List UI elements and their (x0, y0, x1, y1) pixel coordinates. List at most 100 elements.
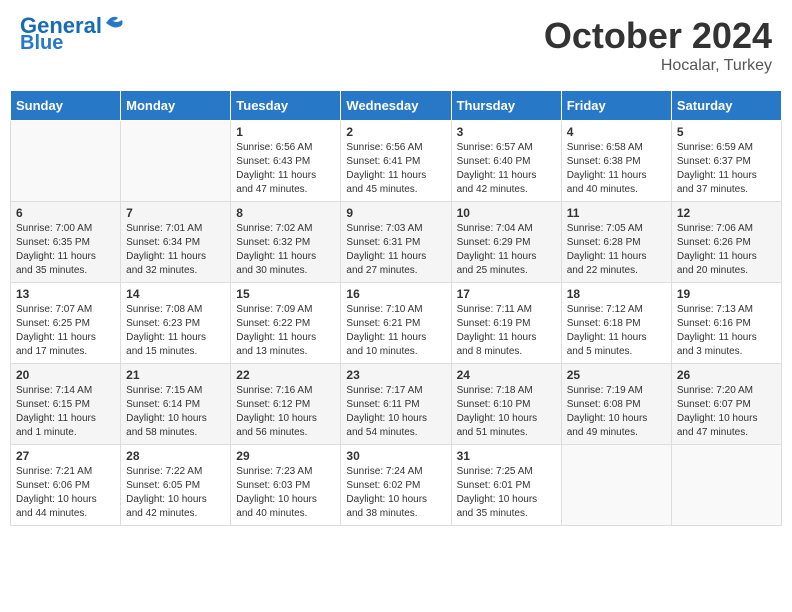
day-info: Sunrise: 7:23 AMSunset: 6:03 PMDaylight:… (236, 465, 335, 521)
calendar-cell: 29 Sunrise: 7:23 AMSunset: 6:03 PMDayligh… (231, 445, 341, 526)
day-info: Sunrise: 6:59 AMSunset: 6:37 PMDaylight:… (677, 141, 776, 197)
day-info: Sunrise: 7:09 AMSunset: 6:22 PMDaylight:… (236, 303, 335, 359)
calendar-cell: 19 Sunrise: 7:13 AMSunset: 6:16 PMDayligh… (671, 283, 781, 364)
day-info: Sunrise: 7:20 AMSunset: 6:07 PMDaylight:… (677, 384, 776, 440)
calendar-cell: 16 Sunrise: 7:10 AMSunset: 6:21 PMDayligh… (341, 283, 451, 364)
calendar-cell: 22Sunrise: 7:16 AMSunset: 6:12 PMDayligh… (231, 364, 341, 445)
day-number: 17 (457, 287, 556, 301)
day-number: 14 (126, 287, 225, 301)
day-number: 25 (567, 368, 666, 382)
calendar-cell: 12Sunrise: 7:06 AMSunset: 6:26 PMDayligh… (671, 202, 781, 283)
day-info: Sunrise: 7:14 AMSunset: 6:15 PMDaylight:… (16, 384, 115, 440)
day-number: 4 (567, 125, 666, 139)
calendar-cell (671, 445, 781, 526)
calendar-cell: 14 Sunrise: 7:08 AMSunset: 6:23 PMDayligh… (121, 283, 231, 364)
week-row-1: 1 Sunrise: 6:56 AMSunset: 6:43 PMDaylight… (11, 121, 782, 202)
day-info: Sunrise: 7:24 AMSunset: 6:02 PMDaylight:… (346, 465, 445, 521)
calendar-cell: 17 Sunrise: 7:11 AMSunset: 6:19 PMDayligh… (451, 283, 561, 364)
day-number: 16 (346, 287, 445, 301)
calendar-cell: 5 Sunrise: 6:59 AMSunset: 6:37 PMDaylight… (671, 121, 781, 202)
week-row-5: 27Sunrise: 7:21 AMSunset: 6:06 PMDayligh… (11, 445, 782, 526)
day-number: 1 (236, 125, 335, 139)
day-number: 21 (126, 368, 225, 382)
day-number: 19 (677, 287, 776, 301)
header-sunday: Sunday (11, 91, 121, 121)
week-row-4: 20 Sunrise: 7:14 AMSunset: 6:15 PMDayligh… (11, 364, 782, 445)
day-info: Sunrise: 7:21 AMSunset: 6:06 PMDaylight:… (16, 465, 115, 521)
calendar-cell: 4 Sunrise: 6:58 AMSunset: 6:38 PMDaylight… (561, 121, 671, 202)
calendar-cell: 9Sunrise: 7:03 AMSunset: 6:31 PMDaylight… (341, 202, 451, 283)
day-number: 28 (126, 449, 225, 463)
logo-bird-icon (104, 14, 126, 32)
day-info: Sunrise: 7:17 AMSunset: 6:11 PMDaylight:… (346, 384, 445, 440)
day-info: Sunrise: 7:18 AMSunset: 6:10 PMDaylight:… (457, 384, 556, 440)
calendar-cell: 24 Sunrise: 7:18 AMSunset: 6:10 PMDayligh… (451, 364, 561, 445)
day-info: Sunrise: 7:25 AMSunset: 6:01 PMDaylight:… (457, 465, 556, 521)
day-number: 23 (346, 368, 445, 382)
day-info: Sunrise: 7:13 AMSunset: 6:16 PMDaylight:… (677, 303, 776, 359)
day-number: 26 (677, 368, 776, 382)
calendar-cell: 27Sunrise: 7:21 AMSunset: 6:06 PMDayligh… (11, 445, 121, 526)
day-number: 11 (567, 206, 666, 220)
day-info: Sunrise: 7:08 AMSunset: 6:23 PMDaylight:… (126, 303, 225, 359)
calendar-cell: 13 Sunrise: 7:07 AMSunset: 6:25 PMDayligh… (11, 283, 121, 364)
day-number: 8 (236, 206, 335, 220)
calendar-cell: 15 Sunrise: 7:09 AMSunset: 6:22 PMDayligh… (231, 283, 341, 364)
calendar-cell (11, 121, 121, 202)
calendar-cell (561, 445, 671, 526)
day-info: Sunrise: 7:06 AMSunset: 6:26 PMDaylight:… (677, 222, 776, 278)
day-number: 13 (16, 287, 115, 301)
day-info: Sunrise: 7:07 AMSunset: 6:25 PMDaylight:… (16, 303, 115, 359)
header-saturday: Saturday (671, 91, 781, 121)
month-title: October 2024 (544, 15, 772, 57)
day-info: Sunrise: 7:11 AMSunset: 6:19 PMDaylight:… (457, 303, 556, 359)
calendar-cell: 8Sunrise: 7:02 AMSunset: 6:32 PMDaylight… (231, 202, 341, 283)
calendar-cell: 11 Sunrise: 7:05 AMSunset: 6:28 PMDayligh… (561, 202, 671, 283)
header-monday: Monday (121, 91, 231, 121)
day-info: Sunrise: 6:56 AMSunset: 6:41 PMDaylight:… (346, 141, 445, 197)
calendar-cell: 26 Sunrise: 7:20 AMSunset: 6:07 PMDayligh… (671, 364, 781, 445)
calendar-cell: 18 Sunrise: 7:12 AMSunset: 6:18 PMDayligh… (561, 283, 671, 364)
day-number: 24 (457, 368, 556, 382)
day-number: 6 (16, 206, 115, 220)
calendar-cell (121, 121, 231, 202)
day-info: Sunrise: 7:19 AMSunset: 6:08 PMDaylight:… (567, 384, 666, 440)
header-tuesday: Tuesday (231, 91, 341, 121)
title-block: October 2024 Hocalar, Turkey (544, 15, 772, 75)
calendar-cell: 30Sunrise: 7:24 AMSunset: 6:02 PMDayligh… (341, 445, 451, 526)
calendar-cell: 2 Sunrise: 6:56 AMSunset: 6:41 PMDaylight… (341, 121, 451, 202)
logo-blue-text: Blue (20, 33, 63, 53)
calendar-cell: 10Sunrise: 7:04 AMSunset: 6:29 PMDayligh… (451, 202, 561, 283)
week-row-2: 6 Sunrise: 7:00 AMSunset: 6:35 PMDaylight… (11, 202, 782, 283)
week-row-3: 13 Sunrise: 7:07 AMSunset: 6:25 PMDayligh… (11, 283, 782, 364)
day-info: Sunrise: 7:05 AMSunset: 6:28 PMDaylight:… (567, 222, 666, 278)
day-info: Sunrise: 6:58 AMSunset: 6:38 PMDaylight:… (567, 141, 666, 197)
logo: General Blue (20, 15, 126, 53)
day-info: Sunrise: 7:04 AMSunset: 6:29 PMDaylight:… (457, 222, 556, 278)
calendar-cell: 21Sunrise: 7:15 AMSunset: 6:14 PMDayligh… (121, 364, 231, 445)
day-number: 22 (236, 368, 335, 382)
calendar-cell: 20 Sunrise: 7:14 AMSunset: 6:15 PMDayligh… (11, 364, 121, 445)
header-thursday: Thursday (451, 91, 561, 121)
day-number: 15 (236, 287, 335, 301)
day-number: 5 (677, 125, 776, 139)
day-number: 20 (16, 368, 115, 382)
day-info: Sunrise: 7:22 AMSunset: 6:05 PMDaylight:… (126, 465, 225, 521)
page-header: General Blue October 2024 Hocalar, Turke… (10, 10, 782, 80)
calendar-cell: 23 Sunrise: 7:17 AMSunset: 6:11 PMDayligh… (341, 364, 451, 445)
calendar-cell: 25 Sunrise: 7:19 AMSunset: 6:08 PMDayligh… (561, 364, 671, 445)
day-number: 7 (126, 206, 225, 220)
day-number: 2 (346, 125, 445, 139)
day-info: Sunrise: 7:03 AMSunset: 6:31 PMDaylight:… (346, 222, 445, 278)
day-info: Sunrise: 7:01 AMSunset: 6:34 PMDaylight:… (126, 222, 225, 278)
day-number: 29 (236, 449, 335, 463)
day-info: Sunrise: 6:56 AMSunset: 6:43 PMDaylight:… (236, 141, 335, 197)
header-friday: Friday (561, 91, 671, 121)
day-info: Sunrise: 7:00 AMSunset: 6:35 PMDaylight:… (16, 222, 115, 278)
day-info: Sunrise: 7:12 AMSunset: 6:18 PMDaylight:… (567, 303, 666, 359)
calendar-cell: 1 Sunrise: 6:56 AMSunset: 6:43 PMDaylight… (231, 121, 341, 202)
day-info: Sunrise: 7:10 AMSunset: 6:21 PMDaylight:… (346, 303, 445, 359)
location-title: Hocalar, Turkey (544, 57, 772, 75)
calendar-cell: 28 Sunrise: 7:22 AMSunset: 6:05 PMDayligh… (121, 445, 231, 526)
day-number: 18 (567, 287, 666, 301)
